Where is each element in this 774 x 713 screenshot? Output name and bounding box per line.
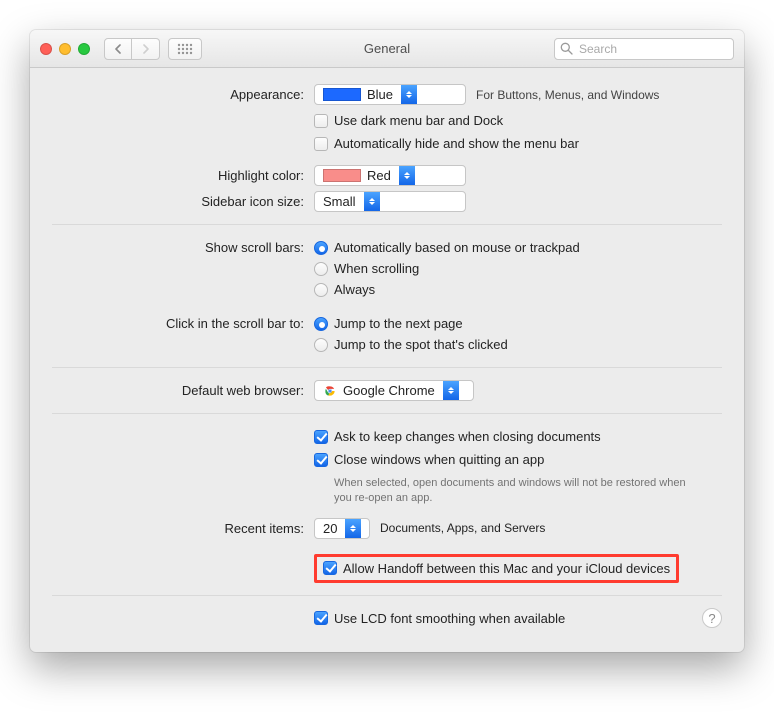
radio-icon: [314, 283, 328, 297]
sidebar-size-value: Small: [323, 194, 356, 209]
forward-button[interactable]: [132, 38, 160, 60]
updown-arrows-icon: [401, 85, 417, 104]
checkbox-icon: [314, 611, 328, 625]
lcd-smoothing-checkbox[interactable]: Use LCD font smoothing when available: [314, 611, 565, 626]
handoff-highlight: Allow Handoff between this Mac and your …: [314, 554, 679, 583]
divider: [52, 224, 722, 225]
window-controls: [40, 43, 90, 55]
highlight-value: Red: [367, 168, 391, 183]
sidebar-size-label: Sidebar icon size:: [52, 191, 314, 209]
scrollbars-always-radio[interactable]: Always: [314, 282, 375, 297]
grid-icon: [177, 43, 193, 55]
lcd-smoothing-label: Use LCD font smoothing when available: [334, 611, 565, 626]
scrollbars-auto-radio[interactable]: Automatically based on mouse or trackpad: [314, 240, 580, 255]
divider: [52, 367, 722, 368]
radio-icon: [314, 241, 328, 255]
updown-arrows-icon: [443, 381, 459, 400]
zoom-window-button[interactable]: [78, 43, 90, 55]
checkbox-icon: [314, 137, 328, 151]
show-all-button[interactable]: [168, 38, 202, 60]
back-button[interactable]: [104, 38, 132, 60]
checkbox-icon: [314, 453, 328, 467]
appearance-label: Appearance:: [52, 84, 314, 102]
ask-keep-changes-checkbox[interactable]: Ask to keep changes when closing documen…: [314, 429, 601, 444]
radio-icon: [314, 317, 328, 331]
handoff-checkbox[interactable]: Allow Handoff between this Mac and your …: [323, 561, 670, 576]
browser-label: Default web browser:: [52, 380, 314, 398]
default-browser-popup[interactable]: Google Chrome: [314, 380, 474, 401]
updown-arrows-icon: [345, 519, 361, 538]
handoff-label: Allow Handoff between this Mac and your …: [343, 561, 670, 576]
minimize-window-button[interactable]: [59, 43, 71, 55]
checkbox-icon: [314, 430, 328, 444]
appearance-suffix: For Buttons, Menus, and Windows: [476, 88, 659, 102]
divider: [52, 595, 722, 596]
scrollclick-label: Click in the scroll bar to:: [52, 313, 314, 331]
scrollclick-opt-1: Jump to the spot that's clicked: [334, 337, 508, 352]
titlebar: General: [30, 30, 744, 68]
close-windows-label: Close windows when quitting an app: [334, 452, 544, 467]
scrollbars-opt-0: Automatically based on mouse or trackpad: [334, 240, 580, 255]
search-icon: [560, 42, 573, 58]
content-area: Appearance: Blue For Buttons, Menus, and…: [30, 68, 744, 652]
highlight-label: Highlight color:: [52, 165, 314, 183]
autohide-menubar-checkbox[interactable]: Automatically hide and show the menu bar: [314, 136, 579, 151]
recent-items-label: Recent items:: [52, 518, 314, 536]
scrollbars-label: Show scroll bars:: [52, 237, 314, 255]
close-windows-note: When selected, open documents and window…: [334, 476, 694, 507]
search-input[interactable]: [554, 38, 734, 60]
radio-icon: [314, 338, 328, 352]
appearance-value: Blue: [367, 87, 393, 102]
nav-buttons: [104, 38, 160, 60]
checkbox-icon: [323, 561, 337, 575]
chevron-right-icon: [142, 44, 150, 54]
close-window-button[interactable]: [40, 43, 52, 55]
scrollclick-page-radio[interactable]: Jump to the next page: [314, 316, 463, 331]
scrollclick-spot-radio[interactable]: Jump to the spot that's clicked: [314, 337, 508, 352]
checkbox-icon: [314, 114, 328, 128]
browser-value: Google Chrome: [343, 383, 435, 398]
dark-menubar-checkbox[interactable]: Use dark menu bar and Dock: [314, 113, 503, 128]
sidebar-size-popup[interactable]: Small: [314, 191, 466, 212]
scrollbars-scrolling-radio[interactable]: When scrolling: [314, 261, 419, 276]
recent-items-popup[interactable]: 20: [314, 518, 370, 539]
preferences-window: General Appearance: Blue For Buttons, Me…: [30, 30, 744, 652]
ask-keep-changes-label: Ask to keep changes when closing documen…: [334, 429, 601, 444]
scrollbars-opt-1: When scrolling: [334, 261, 419, 276]
red-swatch-icon: [323, 169, 361, 182]
chevron-left-icon: [114, 44, 122, 54]
blue-swatch-icon: [323, 88, 361, 101]
recent-items-value: 20: [323, 521, 337, 536]
divider: [52, 413, 722, 414]
scrollbars-opt-2: Always: [334, 282, 375, 297]
highlight-popup[interactable]: Red: [314, 165, 466, 186]
appearance-popup[interactable]: Blue: [314, 84, 466, 105]
dark-menubar-label: Use dark menu bar and Dock: [334, 113, 503, 128]
radio-icon: [314, 262, 328, 276]
help-icon: ?: [708, 611, 715, 626]
updown-arrows-icon: [399, 166, 415, 185]
recent-items-suffix: Documents, Apps, and Servers: [380, 521, 545, 535]
close-windows-checkbox[interactable]: Close windows when quitting an app: [314, 452, 544, 467]
search-field-wrap: [554, 38, 734, 60]
scrollclick-opt-0: Jump to the next page: [334, 316, 463, 331]
chrome-icon: [323, 384, 337, 398]
autohide-menubar-label: Automatically hide and show the menu bar: [334, 136, 579, 151]
updown-arrows-icon: [364, 192, 380, 211]
help-button[interactable]: ?: [702, 608, 722, 628]
